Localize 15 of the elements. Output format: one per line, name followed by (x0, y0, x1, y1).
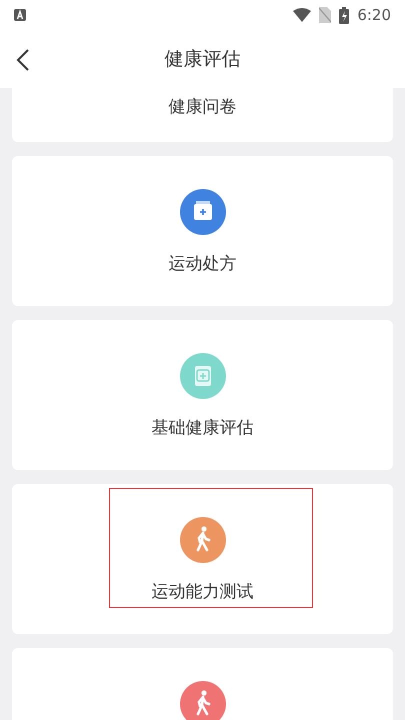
page-title: 健康评估 (164, 47, 240, 72)
no-sim-icon (319, 7, 332, 23)
card[interactable]: 健康问卷 (12, 88, 393, 142)
card-label: 运动处方 (168, 253, 236, 275)
time: 6:20 (357, 6, 391, 24)
battery-icon (339, 6, 350, 24)
card[interactable]: 基础健康评估 (12, 320, 393, 470)
wifi-icon (293, 8, 312, 22)
card-label: 运动能力测试 (152, 581, 254, 603)
card[interactable]: 运动处方 (12, 156, 393, 306)
back-icon (16, 49, 30, 71)
card-label: 健康问卷 (168, 96, 236, 118)
notification-icon (14, 9, 26, 21)
card-label: 基础健康评估 (152, 417, 254, 439)
card[interactable]: 运动能力测试 (12, 484, 393, 634)
